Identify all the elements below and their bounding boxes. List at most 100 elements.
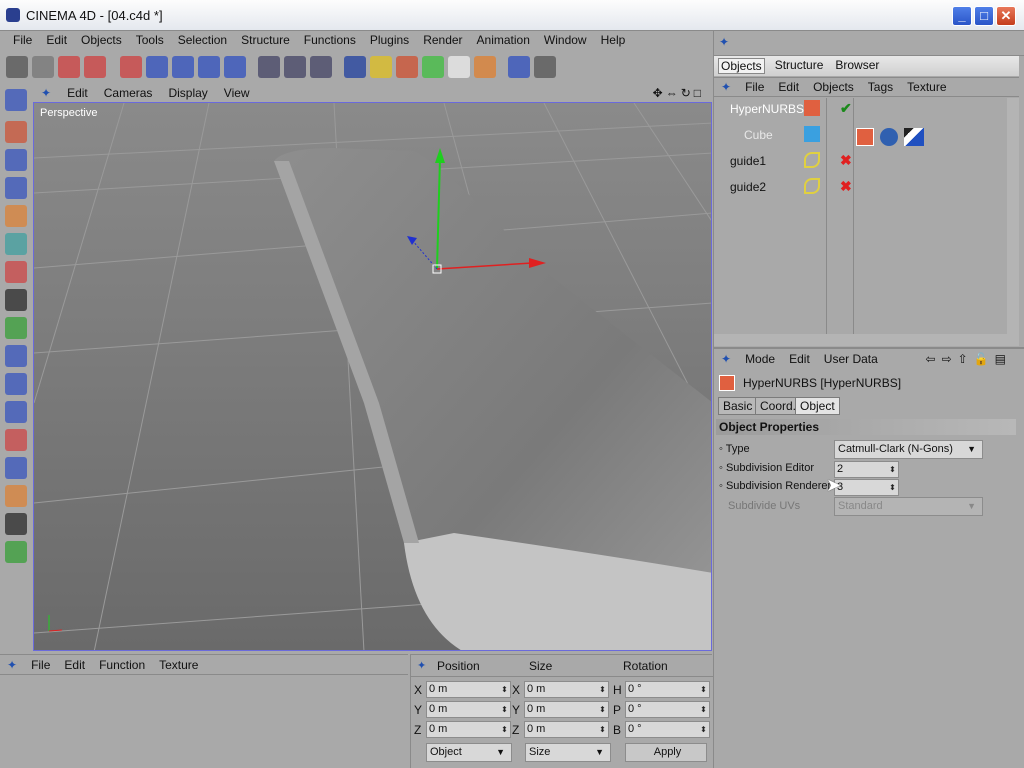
left-tool-icon[interactable] — [5, 513, 27, 535]
viewport-menu-edit[interactable]: Edit — [59, 86, 96, 100]
menu-help[interactable]: Help — [594, 33, 633, 47]
toolbar-tool-icon[interactable] — [172, 56, 194, 78]
size-mode-dropdown[interactable]: Size ▼ — [525, 743, 611, 762]
attr-nav-icons[interactable]: ⇦⇨⇧🔓▤ — [919, 352, 1019, 366]
disabled-x-icon[interactable]: ✖ — [840, 152, 852, 169]
viewport-menu-view[interactable]: View — [216, 86, 258, 100]
toolbar-tool-icon[interactable] — [370, 56, 392, 78]
coord-input[interactable]: 0 m ⬍ — [524, 721, 609, 738]
menu-tools[interactable]: Tools — [129, 33, 171, 47]
material-menu-texture[interactable]: Texture — [152, 658, 205, 672]
object-guide2[interactable]: guide2 — [730, 180, 766, 194]
polygon-icon[interactable] — [804, 126, 820, 142]
menu-selection[interactable]: Selection — [171, 33, 234, 47]
menu-plugins[interactable]: Plugins — [363, 33, 416, 47]
left-tool-icon[interactable] — [5, 205, 27, 227]
coord-input[interactable]: 0 m ⬍ — [524, 681, 609, 698]
coord-input[interactable]: 0 ° ⬍ — [625, 721, 710, 738]
disabled-x-icon[interactable]: ✖ — [840, 178, 852, 195]
coord-input[interactable]: 0 m ⬍ — [524, 701, 609, 718]
minimize-button[interactable]: _ — [952, 6, 972, 26]
phong-tag-icon[interactable] — [880, 128, 898, 146]
om-menu-tags[interactable]: Tags — [861, 80, 900, 94]
toolbar-tool-icon[interactable] — [534, 56, 556, 78]
toolbar-tool-icon[interactable] — [6, 56, 28, 78]
viewport-menu-display[interactable]: Display — [160, 86, 215, 100]
coord-mode-dropdown[interactable]: Object ▼ — [426, 743, 512, 762]
viewport-perspective[interactable]: Perspective — [33, 102, 712, 651]
close-button[interactable]: ✕ — [996, 6, 1016, 26]
tab-objects[interactable]: Objects — [718, 58, 765, 74]
om-menu-file[interactable]: File — [738, 80, 771, 94]
sub-editor-input[interactable]: 2 ⬍ — [834, 461, 899, 478]
viewport-nav-icons[interactable]: ✥⇔↻□ — [645, 86, 712, 100]
spline-icon[interactable] — [804, 178, 820, 194]
toolbar-tool-icon[interactable] — [284, 56, 306, 78]
tab-structure[interactable]: Structure — [773, 58, 826, 74]
left-tool-icon[interactable] — [5, 401, 27, 423]
type-dropdown[interactable]: Catmull-Clark (N-Gons) ▼ — [834, 440, 983, 459]
maximize-button[interactable]: □ — [974, 6, 994, 26]
om-menu-edit[interactable]: Edit — [771, 80, 806, 94]
hypernurbs-tag-icon[interactable] — [856, 128, 874, 146]
left-tool-icon[interactable] — [5, 317, 27, 339]
coord-input[interactable]: 0 ° ⬍ — [625, 701, 710, 718]
coord-input[interactable]: 0 m ⬍ — [426, 681, 511, 698]
om-menu-texture[interactable]: Texture — [900, 80, 953, 94]
toolbar-tool-icon[interactable] — [224, 56, 246, 78]
menu-functions[interactable]: Functions — [297, 33, 363, 47]
left-tool-icon[interactable] — [5, 485, 27, 507]
toolbar-tool-icon[interactable] — [32, 56, 54, 78]
toolbar-tool-icon[interactable] — [422, 56, 444, 78]
toolbar-tool-icon[interactable] — [146, 56, 168, 78]
menu-file[interactable]: File — [6, 33, 39, 47]
left-tool-icon[interactable] — [5, 541, 27, 563]
sub-render-input[interactable]: 3 ⬍ — [834, 479, 899, 496]
attr-menu-edit[interactable]: Edit — [782, 352, 817, 366]
toolbar-tool-icon[interactable] — [508, 56, 530, 78]
left-tool-icon[interactable] — [5, 345, 27, 367]
left-tool-icon[interactable] — [5, 177, 27, 199]
left-tool-icon[interactable] — [5, 121, 27, 143]
left-tool-icon[interactable] — [5, 429, 27, 451]
object-hypernurbs[interactable]: HyperNURBS — [730, 102, 804, 116]
toolbar-tool-icon[interactable] — [58, 56, 80, 78]
toolbar-tool-icon[interactable] — [344, 56, 366, 78]
toolbar-tool-icon[interactable] — [120, 56, 142, 78]
texture-tag-icon[interactable] — [904, 128, 924, 146]
coord-input[interactable]: 0 m ⬍ — [426, 701, 511, 718]
apply-button[interactable]: Apply — [625, 743, 707, 762]
om-menu-objects[interactable]: Objects — [806, 80, 861, 94]
toolbar-tool-icon[interactable] — [396, 56, 418, 78]
object-cube[interactable]: Cube — [744, 128, 773, 142]
toolbar-tool-icon[interactable] — [448, 56, 470, 78]
left-tool-icon[interactable] — [5, 233, 27, 255]
toolbar-tool-icon[interactable] — [474, 56, 496, 78]
coord-input[interactable]: 0 m ⬍ — [426, 721, 511, 738]
left-tool-icon[interactable] — [5, 149, 27, 171]
tab-browser[interactable]: Browser — [833, 58, 881, 74]
attr-menu-mode[interactable]: Mode — [738, 352, 782, 366]
toolbar-tool-icon[interactable] — [198, 56, 220, 78]
hypernurbs-icon[interactable] — [804, 100, 820, 116]
material-menu-file[interactable]: File — [24, 658, 57, 672]
material-menu-edit[interactable]: Edit — [57, 658, 92, 672]
viewport-menu-cameras[interactable]: Cameras — [96, 86, 161, 100]
menu-animation[interactable]: Animation — [470, 33, 537, 47]
toolbar-tool-icon[interactable] — [84, 56, 106, 78]
menu-edit[interactable]: Edit — [39, 33, 74, 47]
spline-icon[interactable] — [804, 152, 820, 168]
menu-window[interactable]: Window — [537, 33, 594, 47]
tab-basic[interactable]: Basic — [718, 397, 758, 415]
menu-render[interactable]: Render — [416, 33, 469, 47]
left-tool-icon[interactable] — [5, 261, 27, 283]
attr-menu-userdata[interactable]: User Data — [817, 352, 885, 366]
menu-objects[interactable]: Objects — [74, 33, 129, 47]
left-tool-icon[interactable] — [5, 457, 27, 479]
tab-object[interactable]: Object — [795, 397, 840, 415]
left-tool-icon[interactable] — [5, 89, 27, 111]
toolbar-tool-icon[interactable] — [310, 56, 332, 78]
left-tool-icon[interactable] — [5, 289, 27, 311]
object-list-scrollbar[interactable] — [1007, 98, 1019, 346]
toolbar-tool-icon[interactable] — [258, 56, 280, 78]
